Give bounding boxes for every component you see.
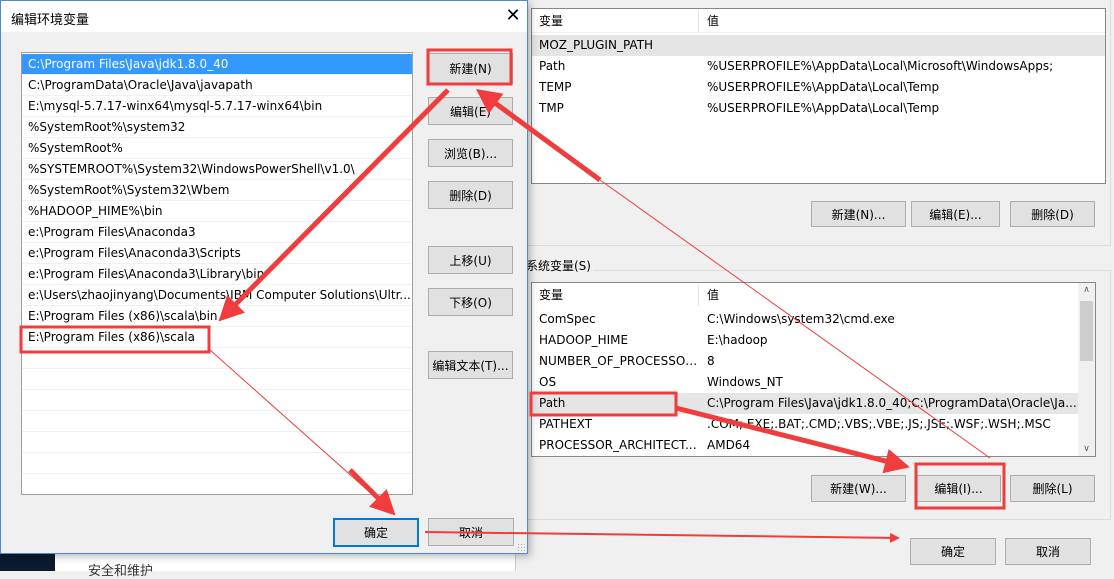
arrow-entry-to-ok-head — [348, 468, 396, 516]
arrow-path-to-edit — [675, 405, 910, 474]
highlight-edit-button — [914, 462, 1006, 510]
highlight-new-entry — [19, 325, 211, 354]
highlight-path-row — [529, 391, 678, 417]
arrow-new-to-entry — [218, 88, 450, 322]
annotation-layer — [19, 48, 1006, 543]
highlight-new-button — [426, 48, 513, 86]
arrow-to-new-button — [475, 89, 602, 183]
arrow-ok-to-env-ok — [424, 531, 900, 543]
